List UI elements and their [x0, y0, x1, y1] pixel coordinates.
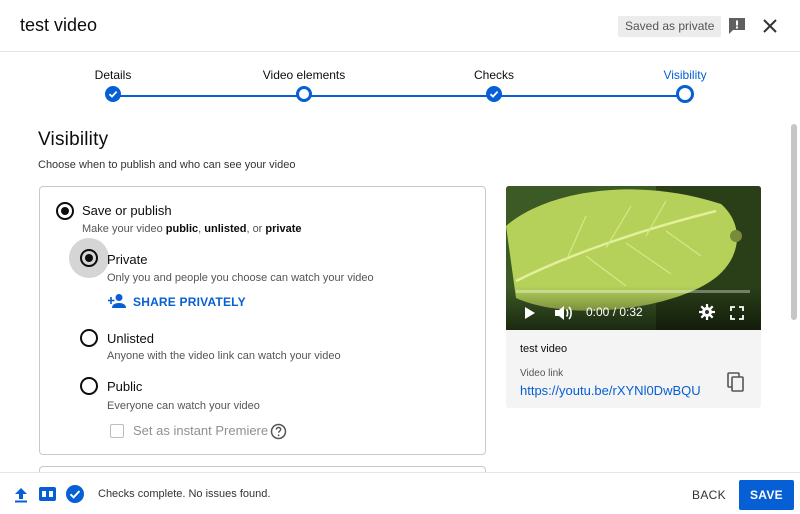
video-player[interactable]: 0:00 / 0:32 — [506, 186, 761, 330]
settings-icon[interactable] — [699, 304, 715, 320]
step-details[interactable]: Details — [43, 53, 183, 102]
step-visibility-label: Visibility — [663, 68, 707, 82]
video-time: 0:00 / 0:32 — [586, 305, 643, 319]
save-or-publish-radio[interactable] — [56, 202, 74, 220]
step-video-elements-label: Video elements — [262, 68, 346, 82]
copy-icon[interactable] — [727, 372, 745, 392]
step-ring-icon — [296, 86, 312, 102]
private-radio[interactable] — [80, 249, 98, 267]
step-checks[interactable]: Checks — [424, 53, 564, 102]
stepper-line — [113, 95, 685, 97]
hd-processing-icon[interactable] — [39, 487, 56, 501]
step-done-icon — [105, 86, 121, 102]
instant-premiere-checkbox[interactable] — [110, 424, 124, 438]
unlisted-desc: Anyone with the video link can watch you… — [107, 350, 341, 362]
private-title: Private — [107, 252, 148, 267]
desc-text: Make your video — [82, 223, 166, 235]
visibility-subheading: Choose when to publish and who can see y… — [38, 159, 296, 171]
private-desc: Only you and people you choose can watch… — [107, 272, 374, 284]
close-icon[interactable] — [761, 17, 779, 35]
fullscreen-icon[interactable] — [730, 306, 744, 320]
desc-text: , or — [246, 223, 266, 235]
save-or-publish-title: Save or publish — [82, 203, 172, 218]
desc-unlisted: unlisted — [204, 223, 247, 235]
upload-stepper: Details Video elements Checks Visibility — [0, 53, 800, 123]
video-link[interactable]: https://youtu.be/rXYNl0DwBQU — [520, 383, 701, 398]
volume-icon[interactable] — [553, 304, 573, 322]
add-person-icon — [108, 294, 126, 308]
step-video-elements[interactable]: Video elements — [234, 53, 374, 102]
save-or-publish-desc: Make your video public, unlisted, or pri… — [82, 223, 301, 235]
play-icon[interactable] — [524, 306, 536, 320]
save-button[interactable]: SAVE — [739, 480, 794, 510]
video-preview-card: 0:00 / 0:32 test video Video link https:… — [506, 186, 761, 408]
step-visibility[interactable]: Visibility — [615, 53, 755, 103]
step-done-icon — [486, 86, 502, 102]
public-title: Public — [107, 379, 143, 394]
public-desc: Everyone can watch your video — [107, 400, 260, 412]
checks-complete-icon[interactable] — [66, 485, 84, 503]
desc-public: public — [165, 223, 199, 235]
public-radio[interactable] — [80, 377, 98, 395]
dialog-title: test video — [20, 15, 98, 35]
preview-video-title: test video — [520, 343, 568, 355]
video-progress-bar[interactable] — [516, 290, 750, 293]
dialog-header: test video Saved as private — [0, 0, 800, 52]
scrollbar-thumb[interactable] — [791, 124, 797, 320]
saved-status-badge: Saved as private — [618, 16, 722, 37]
instant-premiere-label: Set as instant Premiere — [133, 423, 269, 438]
upload-icon[interactable] — [14, 487, 28, 503]
video-link-label: Video link — [520, 368, 564, 379]
help-icon[interactable] — [270, 423, 287, 440]
step-details-label: Details — [94, 68, 132, 82]
dialog-footer: Checks complete. No issues found. BACK S… — [0, 472, 800, 514]
unlisted-radio[interactable] — [80, 329, 98, 347]
share-privately-label: SHARE PRIVATELY — [133, 295, 246, 309]
desc-private: private — [265, 223, 302, 235]
back-button[interactable]: BACK — [684, 480, 734, 510]
unlisted-title: Unlisted — [107, 331, 154, 346]
checks-status-text: Checks complete. No issues found. — [98, 488, 271, 500]
visibility-heading: Visibility — [38, 129, 109, 150]
step-active-ring-icon — [676, 85, 694, 103]
feedback-icon[interactable] — [727, 16, 747, 36]
step-checks-label: Checks — [473, 68, 514, 82]
